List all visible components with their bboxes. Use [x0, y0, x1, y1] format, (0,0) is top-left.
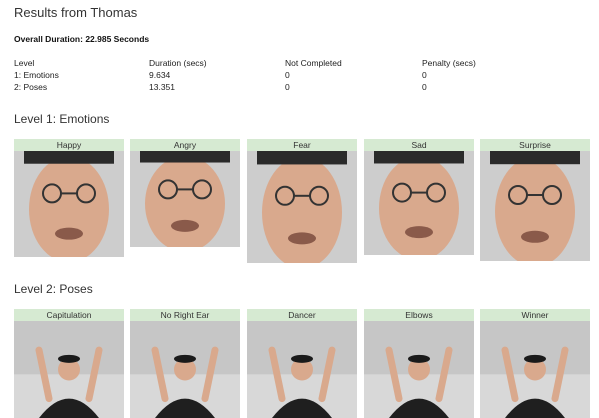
results-header-row: Level Duration (secs) Not Completed Pena…: [14, 57, 574, 69]
card-label: Dancer: [247, 309, 357, 321]
cell-penalty: 0: [422, 82, 427, 92]
face-photo-icon: [247, 151, 357, 263]
emotion-card-happy[interactable]: Happy: [14, 139, 124, 257]
face-photo-icon: [14, 151, 124, 257]
emotion-card-surprise[interactable]: Surprise: [480, 139, 590, 261]
card-label: Capitulation: [14, 309, 124, 321]
pose-photo-icon: [130, 321, 240, 418]
results-table: Level Duration (secs) Not Completed Pena…: [14, 57, 574, 93]
card-label: Fear: [247, 139, 357, 151]
cell-duration: 9.634: [149, 70, 171, 80]
pose-card-no-right-ear[interactable]: No Right Ear: [130, 309, 240, 418]
emotion-card-fear[interactable]: Fear: [247, 139, 357, 263]
card-label: Winner: [480, 309, 590, 321]
pose-card-winner[interactable]: Winner: [480, 309, 590, 418]
pose-photo-icon: [247, 321, 357, 418]
results-row: 1: Emotions 9.634 0 0: [14, 69, 574, 81]
overall-duration: Overall Duration: 22.985 Seconds: [14, 34, 150, 44]
pose-card-capitulation[interactable]: Capitulation: [14, 309, 124, 418]
cell-penalty: 0: [422, 70, 427, 80]
pose-card-elbows[interactable]: Elbows: [364, 309, 474, 418]
cell-level: 2: Poses: [14, 82, 48, 92]
card-label: Happy: [14, 139, 124, 151]
emotion-card-angry[interactable]: Angry: [130, 139, 240, 247]
pose-photo-icon: [364, 321, 474, 418]
section-title-level-1: Level 1: Emotions: [14, 112, 110, 126]
pose-photo-icon: [14, 321, 124, 418]
card-label: Elbows: [364, 309, 474, 321]
face-photo-icon: [480, 151, 590, 261]
card-label: Surprise: [480, 139, 590, 151]
card-label: Angry: [130, 139, 240, 151]
header-level: Level: [14, 58, 35, 68]
card-label: Sad: [364, 139, 474, 151]
header-duration: Duration (secs): [149, 58, 207, 68]
cell-level: 1: Emotions: [14, 70, 59, 80]
card-label: No Right Ear: [130, 309, 240, 321]
face-photo-icon: [130, 151, 240, 247]
pose-photo-icon: [480, 321, 590, 418]
page-title: Results from Thomas: [14, 5, 138, 20]
cell-duration: 13.351: [149, 82, 175, 92]
section-title-level-2: Level 2: Poses: [14, 282, 93, 296]
header-penalty: Penalty (secs): [422, 58, 476, 68]
results-row: 2: Poses 13.351 0 0: [14, 81, 574, 93]
cell-not-completed: 0: [285, 70, 290, 80]
face-photo-icon: [364, 151, 474, 255]
cell-not-completed: 0: [285, 82, 290, 92]
emotion-card-sad[interactable]: Sad: [364, 139, 474, 255]
header-not-completed: Not Completed: [285, 58, 342, 68]
pose-card-dancer[interactable]: Dancer: [247, 309, 357, 418]
